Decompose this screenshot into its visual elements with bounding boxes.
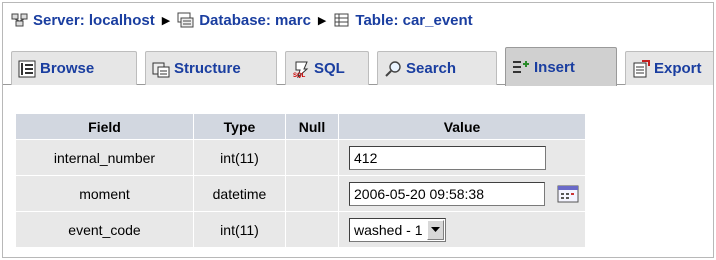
breadcrumb-separator-icon: ▶ [161, 14, 171, 27]
breadcrumb: Server: localhost ▶ Database: marc ▶ Tab… [11, 7, 473, 33]
table-row: moment datetime 2006-05-20 09:58:38 [16, 176, 585, 211]
table-header-row: Field Type Null Value [16, 114, 585, 139]
internal-number-input[interactable]: 412 [349, 145, 546, 170]
database-icon [177, 12, 194, 28]
field-name: internal_number [16, 140, 193, 175]
breadcrumb-table[interactable]: Table: car_event [333, 11, 473, 29]
structure-icon [152, 62, 170, 77]
field-type: datetime [194, 176, 285, 211]
tab-export-label: Export [654, 60, 702, 77]
column-header-type: Type [194, 114, 285, 139]
breadcrumb-server[interactable]: Server: localhost [11, 12, 155, 29]
tab-export[interactable]: Export [625, 51, 713, 85]
event-code-select[interactable]: washed - 1 [349, 217, 447, 242]
breadcrumb-server-label: Server: localhost [33, 11, 155, 29]
table-icon [334, 13, 349, 27]
table-row: internal_number int(11) 412 [16, 140, 585, 175]
tab-browse-label: Browse [40, 60, 95, 77]
tab-sql[interactable]: SQL SQL [285, 51, 369, 85]
breadcrumb-table-label: Table: car_event [355, 11, 473, 29]
breadcrumb-separator-icon: ▶ [317, 14, 327, 27]
field-type: int(11) [194, 212, 285, 247]
browse-icon [18, 60, 36, 77]
calendar-icon[interactable] [557, 185, 579, 203]
server-icon [11, 13, 28, 27]
table-row: event_code int(11) washed - 1 [16, 212, 585, 247]
sql-icon: SQL [293, 61, 309, 78]
svg-text:SQL: SQL [293, 73, 306, 78]
dropdown-arrow-icon[interactable] [427, 219, 445, 240]
column-header-null: Null [286, 114, 338, 139]
insert-icon [513, 61, 529, 73]
moment-input[interactable]: 2006-05-20 09:58:38 [349, 181, 545, 206]
field-type: int(11) [194, 140, 285, 175]
breadcrumb-database[interactable]: Database: marc [177, 12, 311, 29]
tab-search[interactable]: Search [377, 51, 497, 85]
tab-bar: Browse Structure SQL SQL Search Insert E… [3, 41, 713, 86]
column-header-value: Value [339, 114, 585, 139]
search-icon [385, 60, 401, 77]
field-name: moment [16, 176, 193, 211]
breadcrumb-database-label: Database: marc [199, 11, 311, 29]
tab-search-label: Search [406, 60, 457, 77]
tab-insert[interactable]: Insert [505, 47, 617, 86]
tab-insert-label: Insert [534, 58, 575, 76]
field-null [286, 212, 338, 247]
field-name: event_code [16, 212, 193, 247]
column-header-field: Field [16, 114, 193, 139]
insert-fields-table: Field Type Null Value internal_number in… [15, 113, 586, 248]
field-value: 2006-05-20 09:58:38 [339, 176, 585, 211]
tab-browse[interactable]: Browse [11, 51, 137, 85]
event-code-selected-value: washed - 1 [354, 221, 423, 238]
tab-structure-label: Structure [174, 60, 241, 77]
field-value: washed - 1 [339, 212, 585, 247]
field-null [286, 176, 338, 211]
field-value: 412 [339, 140, 585, 175]
insert-panel: Server: localhost ▶ Database: marc ▶ Tab… [2, 2, 714, 258]
field-null [286, 140, 338, 175]
export-icon [633, 59, 650, 77]
tab-sql-label: SQL [314, 60, 345, 77]
tab-structure[interactable]: Structure [145, 51, 277, 85]
